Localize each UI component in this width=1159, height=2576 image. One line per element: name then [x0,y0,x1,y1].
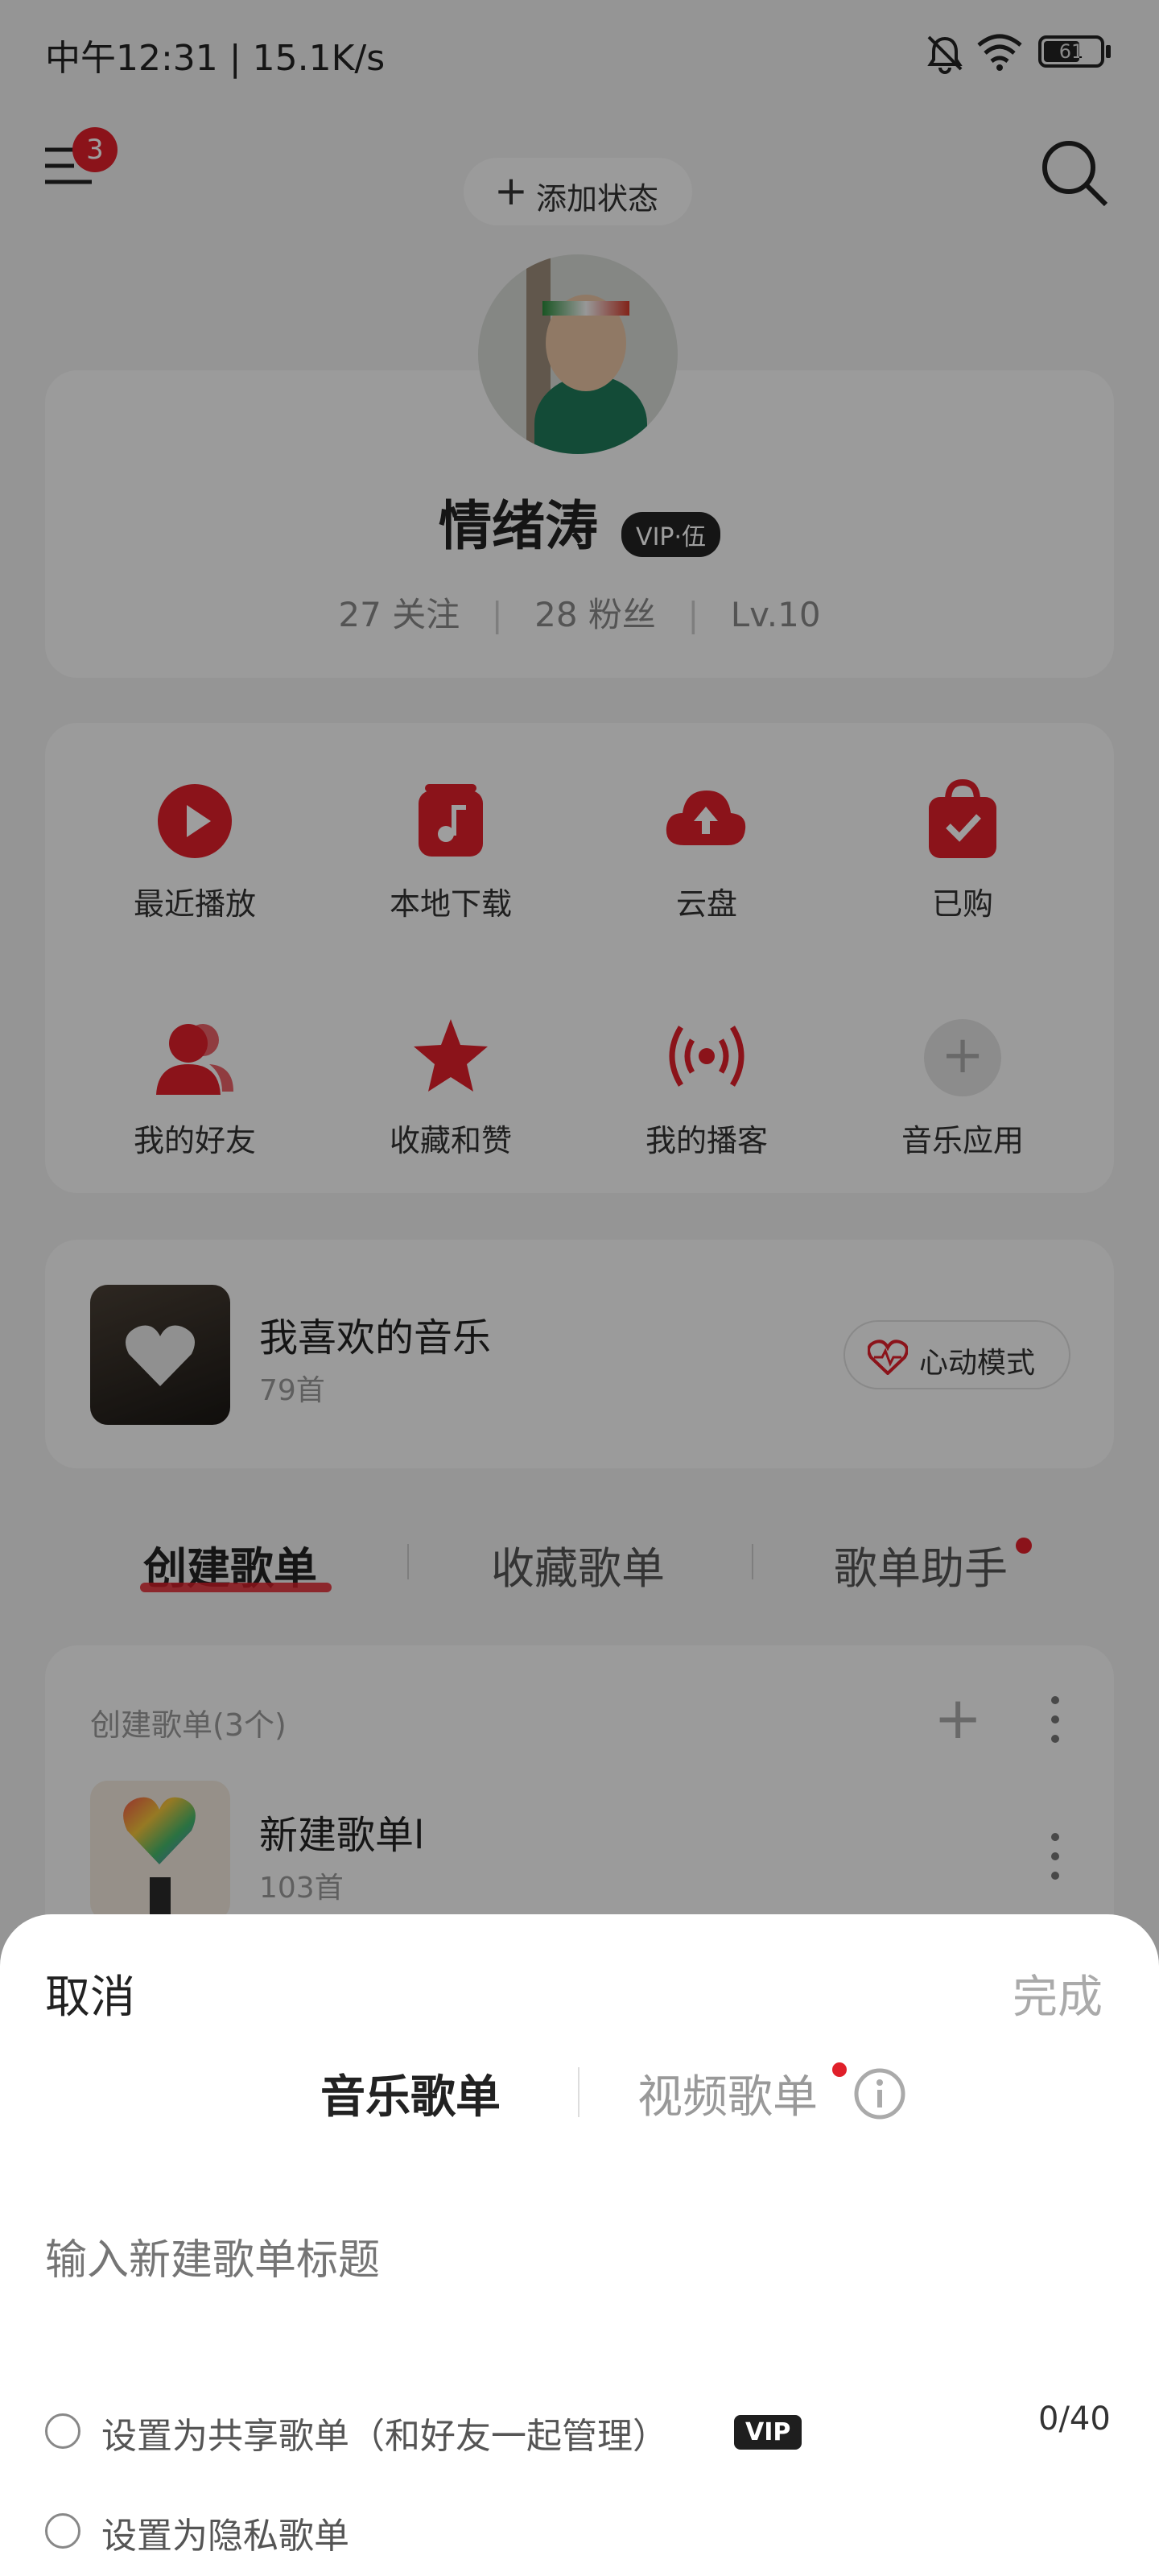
tab-video-playlist[interactable]: 视频歌单 [637,2061,818,2126]
shared-playlist-radio[interactable] [45,2413,80,2449]
info-icon[interactable] [853,2067,906,2120]
cancel-button[interactable]: 取消 [45,1961,135,2026]
shared-playlist-label[interactable]: 设置为共享歌单（和好友一起管理） [101,2407,668,2458]
sheet-tab-divider [578,2067,580,2117]
playlist-title-input[interactable] [45,2228,1114,2293]
done-button[interactable]: 完成 [1013,1961,1103,2026]
private-playlist-label[interactable]: 设置为隐私歌单 [101,2507,349,2558]
new-playlist-sheet: 取消 完成 音乐歌单 视频歌单 设置为共享歌单（和好友一起管理） VIP 0/4… [0,1914,1159,2576]
tab-music-playlist[interactable]: 音乐歌单 [320,2061,501,2126]
vip-shared-badge: VIP [734,2415,802,2450]
private-playlist-radio[interactable] [45,2513,80,2549]
title-char-counter: 0/40 [1038,2401,1111,2438]
video-tab-dot-badge [832,2062,847,2077]
